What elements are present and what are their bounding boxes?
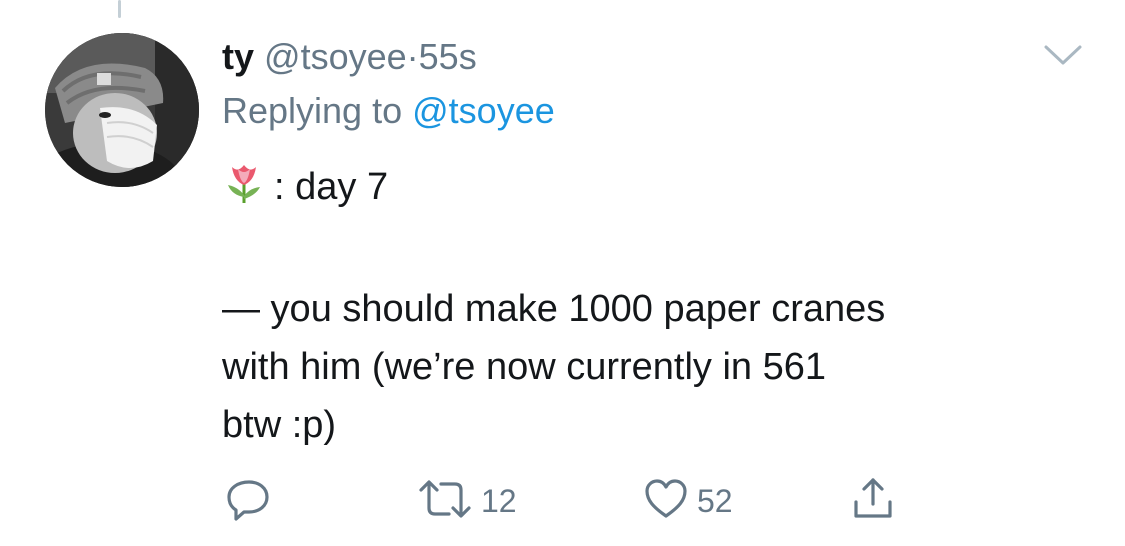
- tweet-header: ty @tsoyee·55s: [222, 32, 1085, 82]
- replying-to-label: Replying to: [222, 90, 403, 131]
- tweet-text-line: with him (we’re now currently in 561: [222, 346, 827, 388]
- tweet-text-line: : day 7: [222, 158, 1085, 222]
- replying-to-line: Replying to @tsoyee: [222, 86, 1085, 136]
- user-handle[interactable]: @tsoyee: [264, 36, 407, 77]
- replying-to-mention[interactable]: @tsoyee: [412, 90, 555, 131]
- like-button[interactable]: 52: [643, 478, 733, 524]
- tweet-text-line: btw :p): [222, 404, 337, 446]
- retweet-icon: [417, 476, 473, 527]
- share-button[interactable]: [850, 476, 896, 527]
- tulip-icon: [222, 161, 266, 222]
- heart-icon: [643, 476, 689, 527]
- like-count: 52: [697, 483, 733, 519]
- tweet-actions: 12 52: [0, 476, 1125, 527]
- separator-dot: ·: [406, 36, 419, 77]
- tweet-text-line: — you should make 1000 paper cranes: [222, 288, 886, 330]
- tweet-text-first: : day 7: [274, 166, 389, 208]
- tweet-text: : day 7 — you should make 1000 paper cra…: [222, 158, 1085, 454]
- display-name[interactable]: ty: [222, 36, 254, 77]
- tweet-text-spacer: [222, 222, 1085, 280]
- retweet-button[interactable]: 12: [417, 478, 517, 524]
- reply-icon: [226, 476, 272, 527]
- thread-connector-line: [118, 0, 121, 18]
- share-icon: [850, 476, 896, 527]
- retweet-count: 12: [481, 483, 517, 519]
- timestamp[interactable]: 55s: [419, 36, 477, 77]
- avatar[interactable]: [45, 33, 199, 187]
- tweet-body: ty @tsoyee·55s Replying to @tsoyee : day…: [222, 32, 1085, 454]
- reply-button[interactable]: [226, 478, 272, 524]
- chevron-down-icon[interactable]: [1043, 44, 1083, 66]
